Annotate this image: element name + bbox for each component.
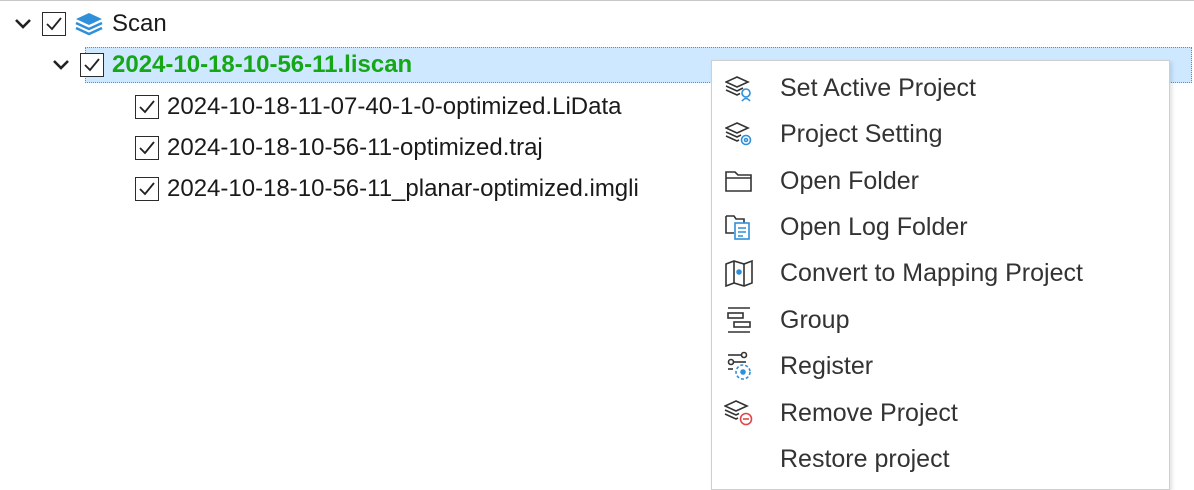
chevron-down-icon[interactable] <box>50 54 72 76</box>
register-icon <box>724 351 754 381</box>
tree-node-child[interactable]: 2024-10-18-10-56-11_planar-optimized.img… <box>135 171 639 207</box>
menu-item-open-folder[interactable]: Open Folder <box>712 159 1169 203</box>
context-menu: Set Active Project Project Setting Open … <box>711 60 1170 490</box>
layers-icon <box>74 10 104 38</box>
checkbox-child[interactable] <box>135 136 159 160</box>
set-active-project-icon <box>724 73 754 103</box>
folder-icon <box>724 166 754 196</box>
tree-node-label: 2024-10-18-11-07-40-1-0-optimized.LiData <box>167 93 622 120</box>
top-border <box>0 0 1194 1</box>
log-folder-icon <box>724 212 754 242</box>
menu-item-restore-project[interactable]: Restore project <box>712 437 1169 481</box>
menu-item-group[interactable]: Group <box>712 298 1169 342</box>
menu-item-project-setting[interactable]: Project Setting <box>712 112 1169 156</box>
project-label: 2024-10-18-10-56-11.liscan <box>112 51 413 78</box>
map-icon <box>724 258 754 288</box>
checkbox-child[interactable] <box>135 177 159 201</box>
tree-node-child[interactable]: 2024-10-18-11-07-40-1-0-optimized.LiData <box>135 89 621 125</box>
project-setting-icon <box>724 119 754 149</box>
tree-node-label: 2024-10-18-10-56-11-optimized.traj <box>167 134 543 161</box>
group-icon <box>724 305 754 335</box>
tree-node-child[interactable]: 2024-10-18-10-56-11-optimized.traj <box>135 130 543 166</box>
menu-item-register[interactable]: Register <box>712 344 1169 388</box>
checkbox-project[interactable] <box>80 53 104 77</box>
chevron-down-icon[interactable] <box>12 13 34 35</box>
tree-node-label: Scan <box>112 10 167 37</box>
checkbox-child[interactable] <box>135 95 159 119</box>
remove-project-icon <box>724 398 754 428</box>
menu-item-remove-project[interactable]: Remove Project <box>712 391 1169 435</box>
menu-item-set-active-project[interactable]: Set Active Project <box>712 66 1169 110</box>
tree-node-scan[interactable]: Scan <box>12 6 167 42</box>
tree-node-label: 2024-10-18-10-56-11_planar-optimized.img… <box>167 175 639 202</box>
menu-item-convert-to-mapping-project[interactable]: Convert to Mapping Project <box>712 251 1169 295</box>
menu-item-open-log-folder[interactable]: Open Log Folder <box>712 205 1169 249</box>
checkbox-scan[interactable] <box>42 12 66 36</box>
